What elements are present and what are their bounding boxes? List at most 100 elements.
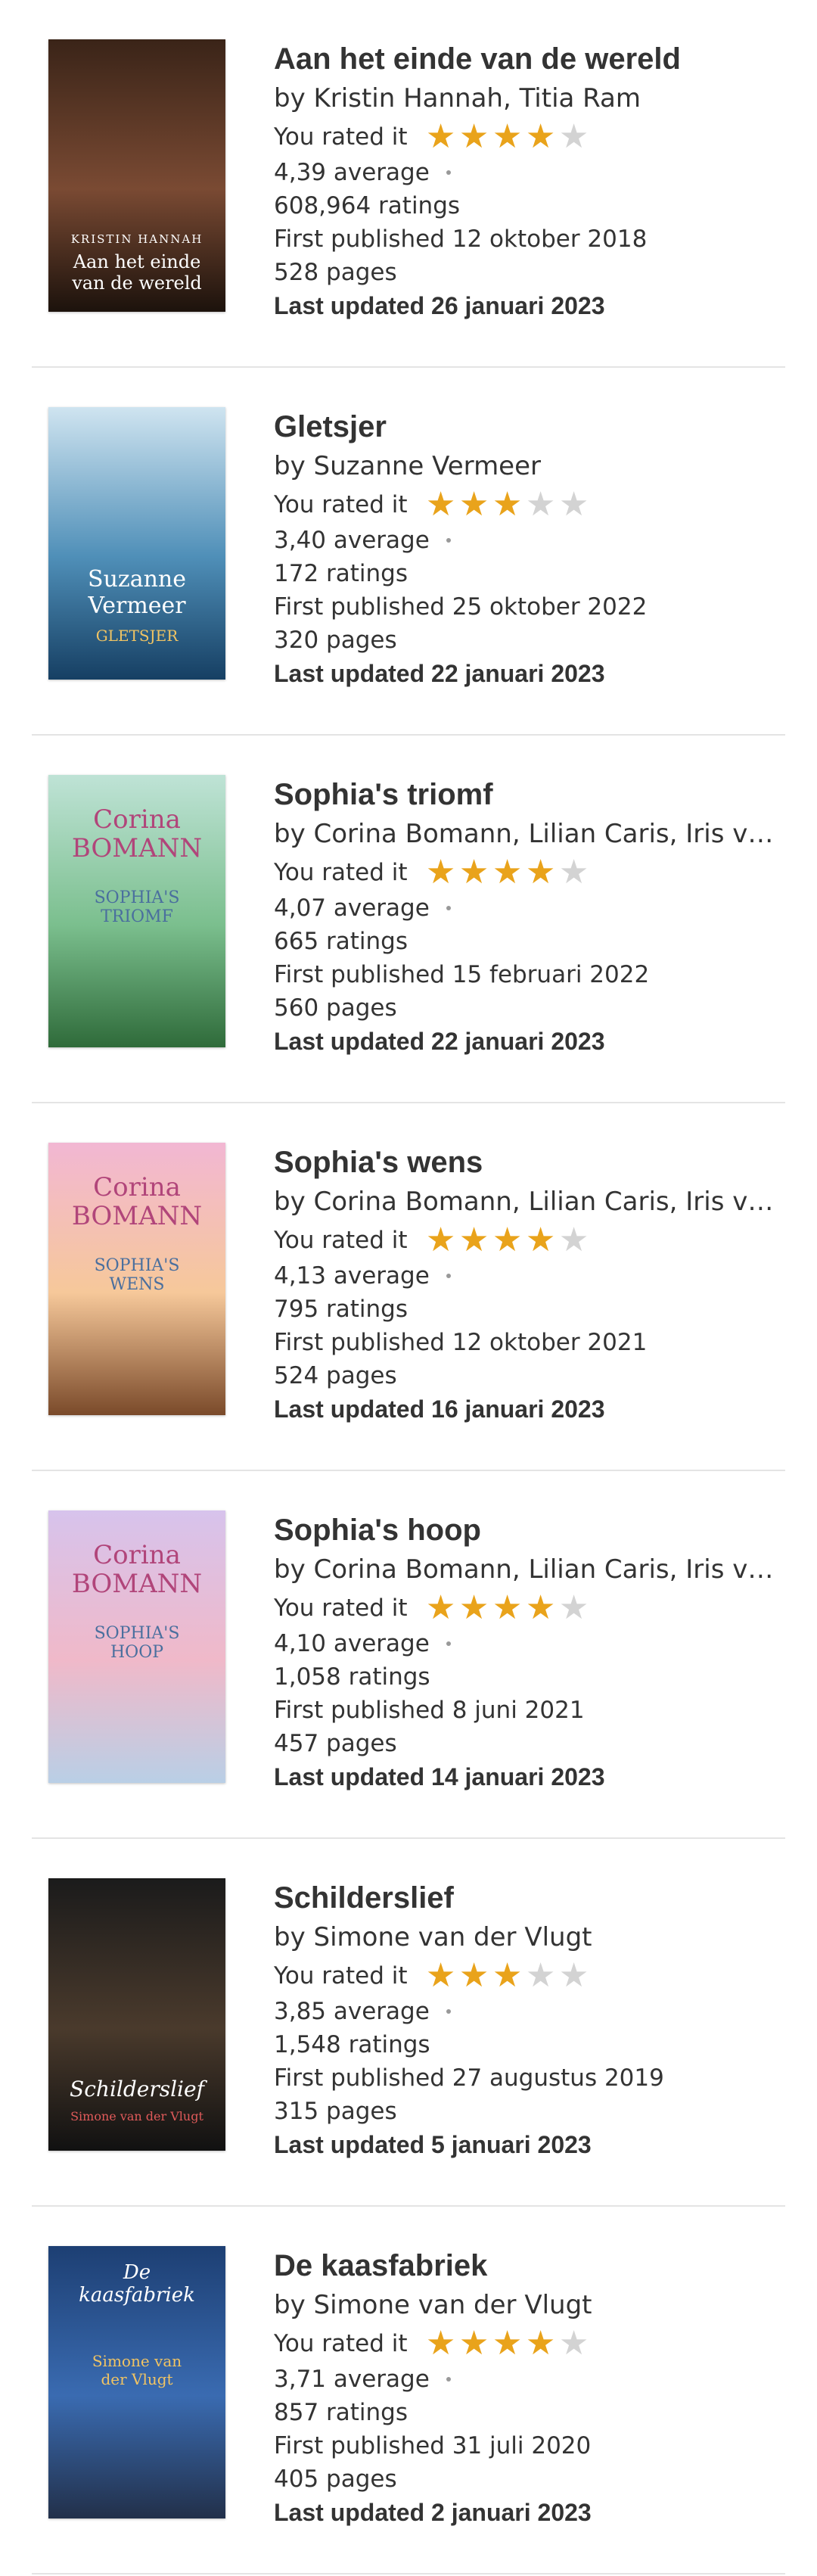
book-authors[interactable]: by Simone van der Vlugt (274, 1919, 787, 1955)
average-rating-row: 4,07 average (274, 891, 787, 925)
star-icon[interactable]: ★ (524, 488, 558, 521)
star-icon[interactable]: ★ (424, 120, 458, 154)
star-icon[interactable]: ★ (424, 1224, 458, 1257)
ratings-count: 172 ratings (274, 560, 408, 587)
ratings-count: 1,058 ratings (274, 1663, 430, 1691)
cover-author-text: Corina BOMANN (71, 1172, 203, 1231)
book-list-item[interactable]: Corina BOMANN SOPHIA'S HOOP Sophia's hoo… (0, 1471, 817, 1839)
book-list-item[interactable]: Simone van der Vlugt De kaasfabriek De k… (0, 2207, 817, 2574)
book-list-item[interactable]: Suzanne Vermeer GLETSJER Gletsjer by Suz… (0, 368, 817, 736)
star-icon[interactable]: ★ (491, 1959, 524, 1993)
book-cover[interactable]: Simone van der Vlugt De kaasfabriek (48, 2246, 225, 2518)
rating-stars[interactable]: ★ ★ ★ ★ ★ (424, 2327, 591, 2360)
star-icon[interactable]: ★ (524, 2327, 558, 2360)
rating-stars[interactable]: ★ ★ ★ ★ ★ (424, 1224, 591, 1257)
star-icon[interactable]: ★ (524, 1591, 558, 1625)
book-authors[interactable]: by Corina Bomann, Lilian Caris, Iris van… (274, 1184, 787, 1220)
star-icon[interactable]: ★ (524, 856, 558, 889)
star-icon[interactable]: ★ (458, 1591, 491, 1625)
average-rating-row: 3,71 average (274, 2363, 787, 2396)
last-updated: Last updated 26 januari 2023 (274, 292, 605, 319)
cover-author-text: Corina BOMANN (71, 1540, 203, 1599)
rating-stars[interactable]: ★ ★ ★ ★ ★ (424, 1591, 591, 1625)
average-rating-row: 3,85 average (274, 1995, 787, 2028)
cover-title-text: Aan het einde van de wereld (72, 251, 202, 294)
average-rating: 4,39 average (274, 159, 430, 186)
book-list-item[interactable]: Corina BOMANN SOPHIA'S WENS Sophia's wen… (0, 1103, 817, 1471)
book-authors[interactable]: by Suzanne Vermeer (274, 448, 787, 484)
separator-dot (446, 170, 451, 175)
star-icon[interactable]: ★ (424, 488, 458, 521)
rated-label: You rated it (274, 1962, 408, 1990)
rating-stars[interactable]: ★ ★ ★ ★ ★ (424, 488, 591, 521)
star-icon[interactable]: ★ (558, 120, 591, 154)
book-cover[interactable]: Simone van der Vlugt Schilderslief (48, 1878, 225, 2151)
star-icon[interactable]: ★ (458, 1959, 491, 1993)
average-rating-row: 4,13 average (274, 1259, 787, 1293)
book-title[interactable]: Aan het einde van de wereld (274, 39, 787, 79)
book-cover[interactable]: KRISTIN HANNAH Aan het einde van de were… (48, 39, 225, 312)
last-updated: Last updated 2 januari 2023 (274, 2499, 592, 2526)
star-icon[interactable]: ★ (491, 2327, 524, 2360)
user-rating: You rated it ★ ★ ★ ★ ★ (274, 854, 787, 891)
page-count: 528 pages (274, 259, 397, 286)
star-icon[interactable]: ★ (524, 1224, 558, 1257)
star-icon[interactable]: ★ (524, 120, 558, 154)
book-cover[interactable]: Suzanne Vermeer GLETSJER (48, 407, 225, 680)
book-info: Sophia's triomf by Corina Bomann, Lilian… (274, 775, 787, 1058)
cover-author-text: Corina BOMANN (71, 804, 203, 863)
star-icon[interactable]: ★ (491, 1591, 524, 1625)
star-icon[interactable]: ★ (491, 1224, 524, 1257)
star-icon[interactable]: ★ (491, 120, 524, 154)
book-title[interactable]: Gletsjer (274, 407, 787, 446)
book-title[interactable]: Sophia's hoop (274, 1510, 787, 1550)
cover-author-text: KRISTIN HANNAH (70, 232, 203, 246)
page-count: 405 pages (274, 2466, 397, 2493)
rated-label: You rated it (274, 491, 408, 518)
last-updated: Last updated 16 januari 2023 (274, 1395, 605, 1423)
book-authors[interactable]: by Kristin Hannah, Titia Ram (274, 80, 787, 117)
star-icon[interactable]: ★ (458, 120, 491, 154)
cover-title-text: Schilderslief (70, 2077, 204, 2102)
star-icon[interactable]: ★ (424, 2327, 458, 2360)
star-icon[interactable]: ★ (558, 1224, 591, 1257)
star-icon[interactable]: ★ (558, 2327, 591, 2360)
star-icon[interactable]: ★ (424, 1591, 458, 1625)
star-icon[interactable]: ★ (458, 2327, 491, 2360)
book-title[interactable]: Sophia's wens (274, 1143, 787, 1182)
star-icon[interactable]: ★ (458, 856, 491, 889)
book-authors[interactable]: by Simone van der Vlugt (274, 2287, 787, 2323)
star-icon[interactable]: ★ (458, 1224, 491, 1257)
star-icon[interactable]: ★ (424, 1959, 458, 1993)
star-icon[interactable]: ★ (491, 856, 524, 889)
cover-author-text: Suzanne Vermeer (88, 566, 186, 619)
rated-label: You rated it (274, 859, 408, 886)
book-title[interactable]: Sophia's triomf (274, 775, 787, 814)
book-cover[interactable]: Corina BOMANN SOPHIA'S TRIOMF (48, 775, 225, 1047)
book-list-item[interactable]: Corina BOMANN SOPHIA'S TRIOMF Sophia's t… (0, 736, 817, 1103)
book-title[interactable]: De kaasfabriek (274, 2246, 787, 2285)
book-authors[interactable]: by Corina Bomann, Lilian Caris, Iris van… (274, 816, 787, 852)
book-title[interactable]: Schilderslief (274, 1878, 787, 1918)
average-rating: 3,85 average (274, 1998, 430, 2025)
book-cover[interactable]: Corina BOMANN SOPHIA'S HOOP (48, 1510, 225, 1783)
average-rating: 4,10 average (274, 1630, 430, 1657)
rated-label: You rated it (274, 123, 408, 151)
star-icon[interactable]: ★ (558, 1959, 591, 1993)
star-icon[interactable]: ★ (424, 856, 458, 889)
book-authors[interactable]: by Corina Bomann, Lilian Caris, Iris van… (274, 1551, 787, 1588)
star-icon[interactable]: ★ (491, 488, 524, 521)
star-icon[interactable]: ★ (558, 1591, 591, 1625)
book-cover[interactable]: Corina BOMANN SOPHIA'S WENS (48, 1143, 225, 1415)
first-published: First published 25 oktober 2022 (274, 593, 648, 621)
book-list-item[interactable]: KRISTIN HANNAH Aan het einde van de were… (0, 0, 817, 368)
star-icon[interactable]: ★ (524, 1959, 558, 1993)
rating-stars[interactable]: ★ ★ ★ ★ ★ (424, 120, 591, 154)
rating-stars[interactable]: ★ ★ ★ ★ ★ (424, 856, 591, 889)
star-icon[interactable]: ★ (558, 488, 591, 521)
user-rating: You rated it ★ ★ ★ ★ ★ (274, 2325, 787, 2363)
book-list-item[interactable]: Simone van der Vlugt Schilderslief Schil… (0, 1839, 817, 2207)
star-icon[interactable]: ★ (558, 856, 591, 889)
star-icon[interactable]: ★ (458, 488, 491, 521)
rating-stars[interactable]: ★ ★ ★ ★ ★ (424, 1959, 591, 1993)
